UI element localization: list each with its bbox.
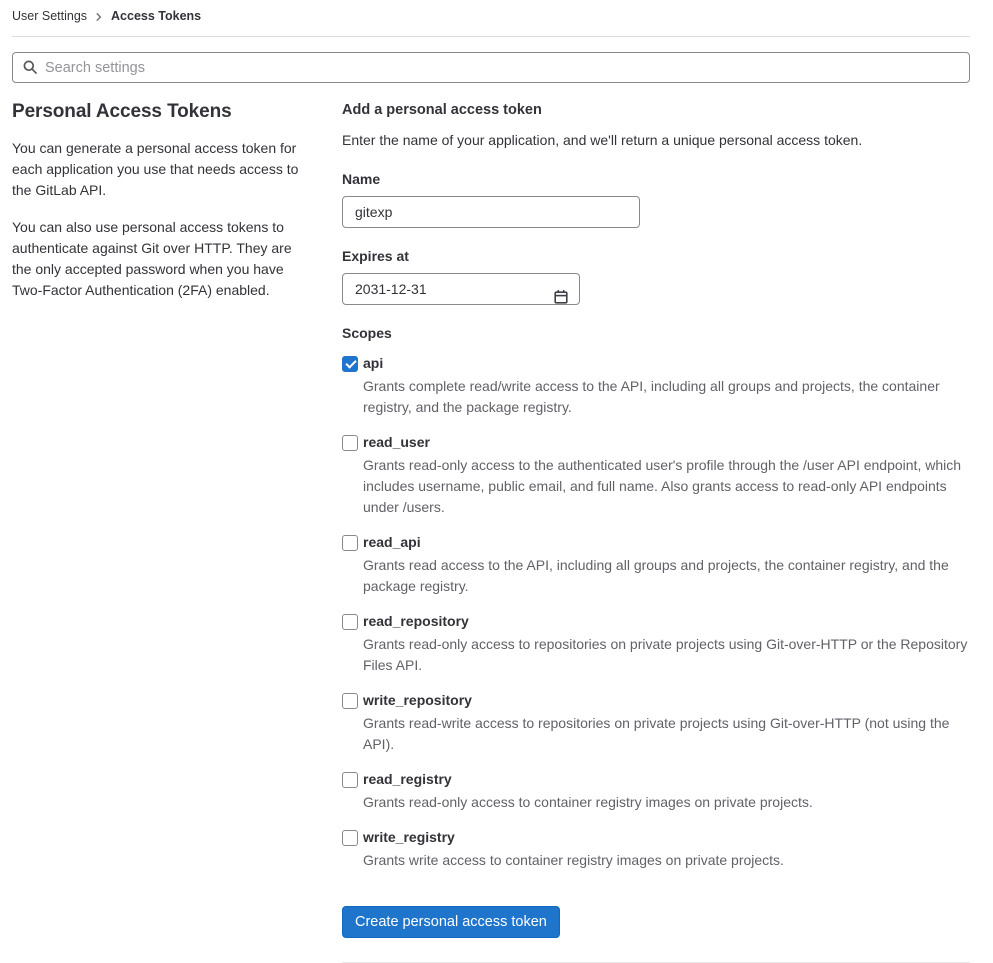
settings-content: Personal Access Tokens You can generate …: [12, 101, 970, 963]
scopes-label: Scopes: [342, 325, 392, 341]
scope-label-read-api[interactable]: read_api: [363, 534, 421, 551]
scope-item-api: api Grants complete read/write access to…: [342, 355, 970, 418]
scope-checkbox-read-api[interactable]: [342, 534, 358, 551]
scope-item-read-user: read_user Grants read-only access to the…: [342, 434, 970, 518]
search-input[interactable]: [12, 52, 970, 83]
settings-page: User Settings Access Tokens Personal Acc…: [0, 0, 993, 963]
scope-label-api[interactable]: api: [363, 355, 383, 372]
scope-description-api: Grants complete read/write access to the…: [363, 378, 940, 415]
scope-checkbox-api[interactable]: [342, 355, 358, 372]
scope-checkbox-read-registry[interactable]: [342, 771, 358, 788]
name-field-label: Name: [342, 171, 381, 187]
scope-checkbox-write-registry[interactable]: [342, 829, 358, 846]
scope-row-read-user: read_user: [342, 434, 970, 451]
calendar-icon[interactable]: [553, 289, 569, 308]
expires-field-label: Expires at: [342, 248, 409, 264]
scope-description-read-api: Grants read access to the API, including…: [363, 557, 949, 594]
chevron-right-icon: [95, 12, 103, 21]
scope-item-read-repository: read_repository Grants read-only access …: [342, 613, 970, 676]
description-paragraph-1: You can generate a personal access token…: [12, 140, 299, 198]
breadcrumb-user-settings[interactable]: User Settings: [12, 9, 87, 23]
token-form-section: Add a personal access token Enter the na…: [342, 101, 970, 963]
header-divider: [12, 36, 970, 37]
create-token-button[interactable]: Create personal access token: [342, 906, 560, 938]
form-subtitle: Enter the name of your application, and …: [342, 132, 863, 148]
scope-description-read-registry: Grants read-only access to container reg…: [363, 794, 813, 810]
scope-label-read-repository[interactable]: read_repository: [363, 613, 469, 630]
scope-row-write-registry: write_registry: [342, 829, 970, 846]
scope-row-api: api: [342, 355, 970, 372]
token-name-input[interactable]: [342, 196, 640, 228]
description-paragraph-2: You can also use personal access tokens …: [12, 219, 292, 298]
section-description: Personal Access Tokens You can generate …: [12, 101, 342, 963]
scope-item-write-repository: write_repository Grants read-write acces…: [342, 692, 970, 755]
scope-description-read-user: Grants read-only access to the authentic…: [363, 457, 962, 515]
scope-label-read-registry[interactable]: read_registry: [363, 771, 452, 788]
scope-description-read-repository: Grants read-only access to repositories …: [363, 636, 968, 673]
scope-description-write-registry: Grants write access to container registr…: [363, 852, 784, 868]
scope-label-write-registry[interactable]: write_registry: [363, 829, 455, 846]
scope-description-write-repository: Grants read-write access to repositories…: [363, 715, 950, 752]
breadcrumb-access-tokens[interactable]: Access Tokens: [111, 9, 201, 23]
expires-date-field: [342, 273, 580, 305]
scope-checkbox-read-repository[interactable]: [342, 613, 358, 630]
scope-row-read-api: read_api: [342, 534, 970, 551]
scope-item-read-api: read_api Grants read access to the API, …: [342, 534, 970, 597]
scope-label-write-repository[interactable]: write_repository: [363, 692, 472, 709]
search-bar: [12, 52, 970, 83]
scope-row-read-repository: read_repository: [342, 613, 970, 630]
page-title: Personal Access Tokens: [12, 101, 232, 122]
scope-item-read-registry: read_registry Grants read-only access to…: [342, 771, 970, 813]
scopes-list: api Grants complete read/write access to…: [342, 355, 970, 871]
expires-date-input[interactable]: [342, 273, 580, 305]
scope-item-write-registry: write_registry Grants write access to co…: [342, 829, 970, 871]
form-title: Add a personal access token: [342, 102, 542, 118]
scope-checkbox-read-user[interactable]: [342, 434, 358, 451]
scope-label-read-user[interactable]: read_user: [363, 434, 430, 451]
scope-row-write-repository: write_repository: [342, 692, 970, 709]
scope-row-read-registry: read_registry: [342, 771, 970, 788]
scope-checkbox-write-repository[interactable]: [342, 692, 358, 709]
breadcrumb: User Settings Access Tokens: [12, 0, 970, 36]
